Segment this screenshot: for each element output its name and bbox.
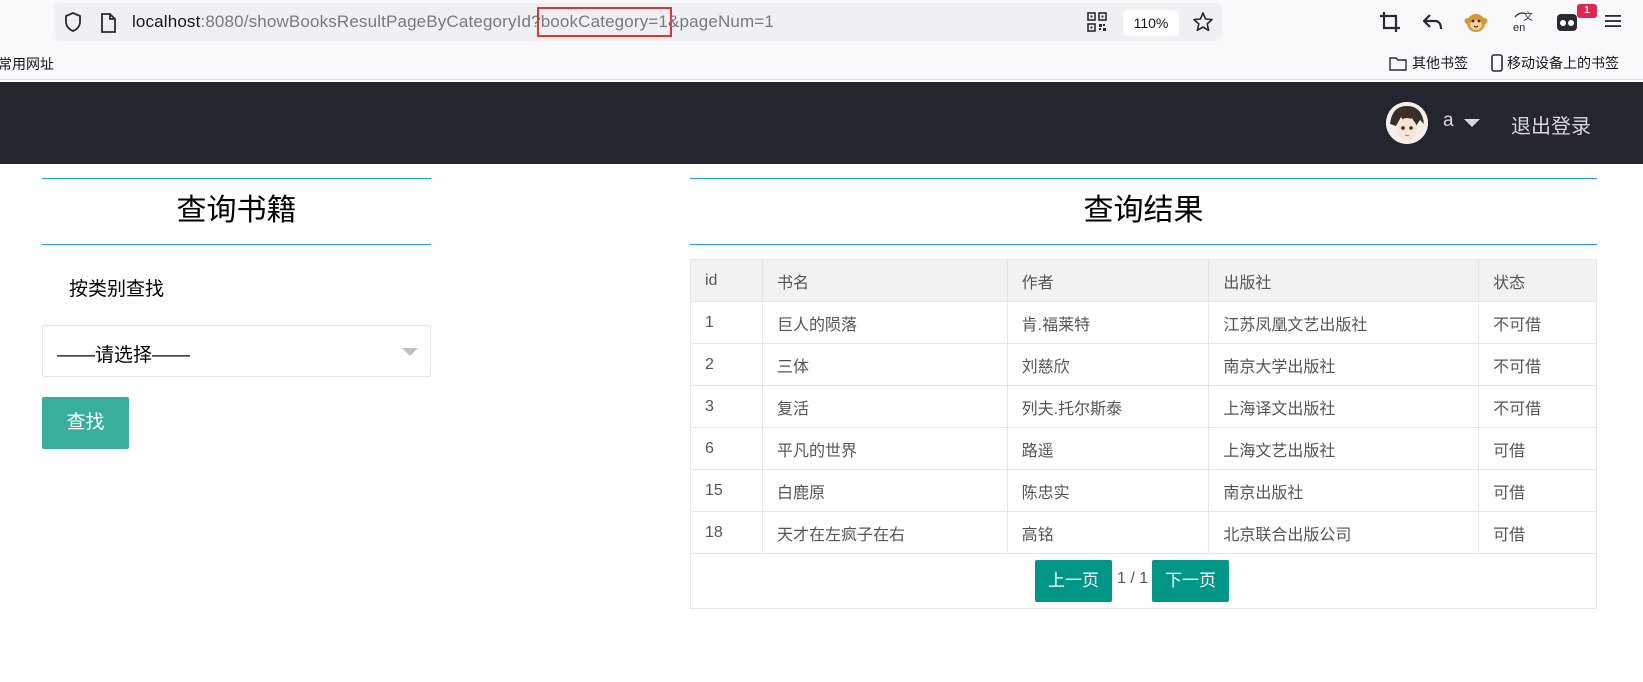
svg-text:文: 文 (1523, 10, 1533, 23)
search-panel-title: 查询书籍 (42, 178, 431, 245)
cell-id: 3 (690, 385, 763, 428)
cell-title: 三体 (761, 343, 1008, 386)
app-header: a 退出登录 (0, 82, 1643, 164)
prev-page-button[interactable]: 上一页 (1035, 560, 1112, 602)
user-menu-caret-icon[interactable] (1464, 119, 1480, 127)
cell-author: 刘慈欣 (1006, 343, 1210, 386)
cell-publisher: 上海文艺出版社 (1208, 427, 1480, 470)
logout-link[interactable]: 退出登录 (1511, 110, 1591, 139)
undo-icon[interactable] (1421, 10, 1445, 34)
cell-status: 不可借 (1478, 301, 1597, 344)
chevron-down-icon (402, 348, 418, 356)
zoom-level[interactable]: 110% (1123, 10, 1179, 36)
cell-publisher: 北京联合出版公司 (1208, 511, 1480, 554)
cell-id: 1 (690, 301, 763, 344)
cell-title: 天才在左疯子在右 (761, 511, 1008, 554)
cell-status: 不可借 (1478, 385, 1597, 428)
cell-status: 不可借 (1478, 343, 1597, 386)
cell-publisher: 南京出版社 (1208, 469, 1480, 512)
username[interactable]: a (1443, 110, 1454, 132)
cell-id: 15 (690, 469, 763, 512)
cell-id: 18 (690, 511, 763, 554)
mobile-device-icon (1491, 54, 1503, 72)
bookmark-frequent-sites[interactable]: 常用网址 (0, 54, 54, 74)
address-bar[interactable]: localhost:8080/showBooksResultPageByCate… (54, 3, 1222, 41)
browser-toolbar: localhost:8080/showBooksResultPageByCate… (0, 0, 1643, 44)
table-row: 15 白鹿原 陈忠实 南京出版社 可借 (690, 469, 1597, 512)
column-header-author: 作者 (1006, 259, 1210, 302)
bookmarks-bar: 常用网址 其他书签 移动设备上的书签 (0, 44, 1643, 80)
cell-id: 2 (690, 343, 763, 386)
shield-icon[interactable] (62, 11, 84, 33)
column-header-id: id (690, 259, 763, 302)
screenshot-crop-icon[interactable] (1378, 10, 1402, 34)
bookmark-other-label: 其他书签 (1412, 55, 1468, 71)
column-header-publisher: 出版社 (1208, 259, 1480, 302)
avatar-image (1386, 102, 1428, 144)
cell-status: 可借 (1478, 427, 1597, 470)
url-path: :8080/showBooksResultPageByCategoryId? (200, 12, 541, 31)
category-select[interactable]: ——请选择—— (42, 325, 431, 377)
folder-icon (1389, 57, 1407, 71)
bookmark-mobile-label: 移动设备上的书签 (1507, 55, 1619, 71)
pagination: 上一页 1 / 1 下一页 (690, 553, 1597, 609)
cell-publisher: 上海译文出版社 (1208, 385, 1480, 428)
extension-monkey-icon[interactable] (1464, 10, 1488, 34)
next-page-button[interactable]: 下一页 (1152, 560, 1229, 602)
table-header-row: id 书名 作者 出版社 状态 (690, 259, 1597, 302)
cell-author: 高铭 (1006, 511, 1210, 554)
cell-publisher: 江苏凤凰文艺出版社 (1208, 301, 1480, 344)
cell-id: 6 (690, 427, 763, 470)
extension-badge: 1 (1577, 4, 1597, 18)
table-row: 6 平凡的世界 路遥 上海文艺出版社 可借 (690, 427, 1597, 470)
cell-publisher: 南京大学出版社 (1208, 343, 1480, 386)
bookmark-mobile-folder[interactable]: 移动设备上的书签 (1491, 53, 1619, 73)
column-header-title: 书名 (761, 259, 1008, 302)
cell-status: 可借 (1478, 469, 1597, 512)
url-query-tail: &pageNum=1 (668, 12, 774, 31)
results-title: 查询结果 (690, 178, 1597, 245)
cell-author: 肯.福莱特 (1006, 301, 1210, 344)
cell-status: 可借 (1478, 511, 1597, 554)
table-row: 1 巨人的陨落 肯.福莱特 江苏凤凰文艺出版社 不可借 (690, 301, 1597, 344)
page-indicator: 1 / 1 (1117, 570, 1149, 587)
cell-author: 路遥 (1006, 427, 1210, 470)
translate-icon[interactable]: en 文 (1512, 10, 1536, 34)
category-label: 按类别查找 (69, 279, 165, 300)
cell-title: 复活 (761, 385, 1008, 428)
url-host: localhost (132, 12, 201, 31)
qr-code-icon[interactable] (1087, 12, 1107, 32)
extension-icon[interactable] (1555, 10, 1579, 34)
cell-title: 白鹿原 (761, 469, 1008, 512)
results-table: id 书名 作者 出版社 状态 1 巨人的陨落 肯.福莱特 江苏凤凰文艺出版社 … (690, 259, 1597, 554)
cell-author: 陈忠实 (1006, 469, 1210, 512)
bookmark-star-icon[interactable] (1192, 11, 1214, 33)
svg-text:en: en (1513, 22, 1525, 34)
cell-title: 巨人的陨落 (761, 301, 1008, 344)
hamburger-menu-icon[interactable] (1604, 12, 1622, 30)
column-header-status: 状态 (1478, 259, 1597, 302)
search-button[interactable]: 查找 (42, 397, 129, 449)
url-highlighted-param: bookCategory=1 (536, 7, 673, 37)
bookmark-other-folder[interactable]: 其他书签 (1389, 53, 1468, 73)
cell-author: 列夫.托尔斯泰 (1006, 385, 1210, 428)
table-row: 3 复活 列夫.托尔斯泰 上海译文出版社 不可借 (690, 385, 1597, 428)
category-select-value: ——请选择—— (57, 345, 191, 366)
cell-title: 平凡的世界 (761, 427, 1008, 470)
user-avatar[interactable] (1386, 102, 1428, 144)
table-row: 18 天才在左疯子在右 高铭 北京联合出版公司 可借 (690, 511, 1597, 554)
page-info-icon[interactable] (98, 12, 118, 34)
table-row: 2 三体 刘慈欣 南京大学出版社 不可借 (690, 343, 1597, 386)
url-text[interactable]: localhost:8080/showBooksResultPageByCate… (132, 7, 774, 37)
